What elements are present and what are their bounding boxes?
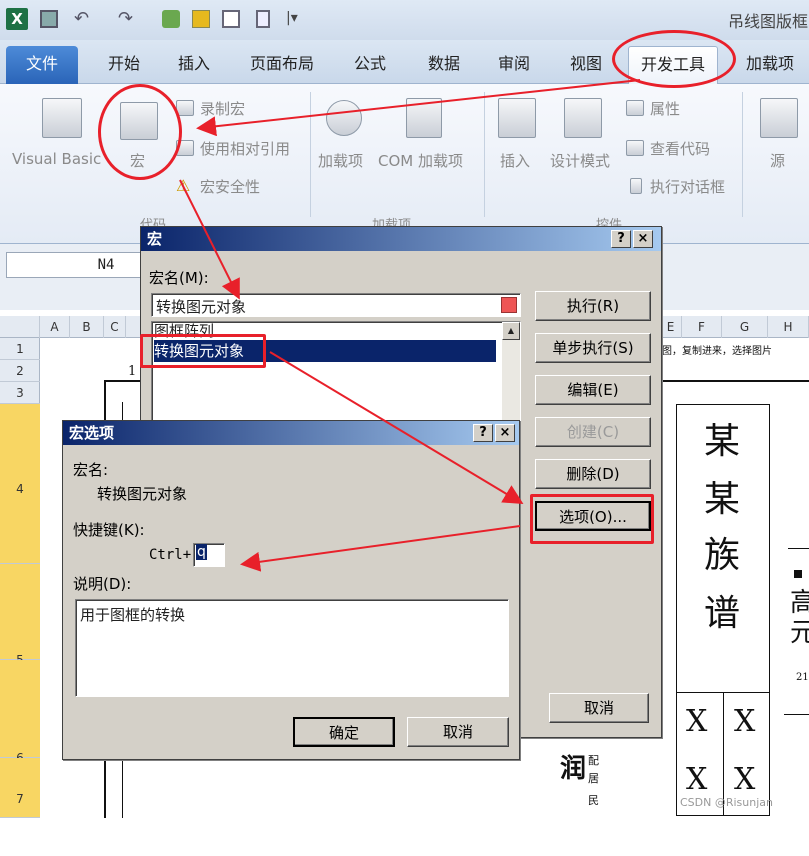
- annotation-arrows: [179, 79, 641, 572]
- watermark: CSDN @Risunjan: [680, 796, 774, 809]
